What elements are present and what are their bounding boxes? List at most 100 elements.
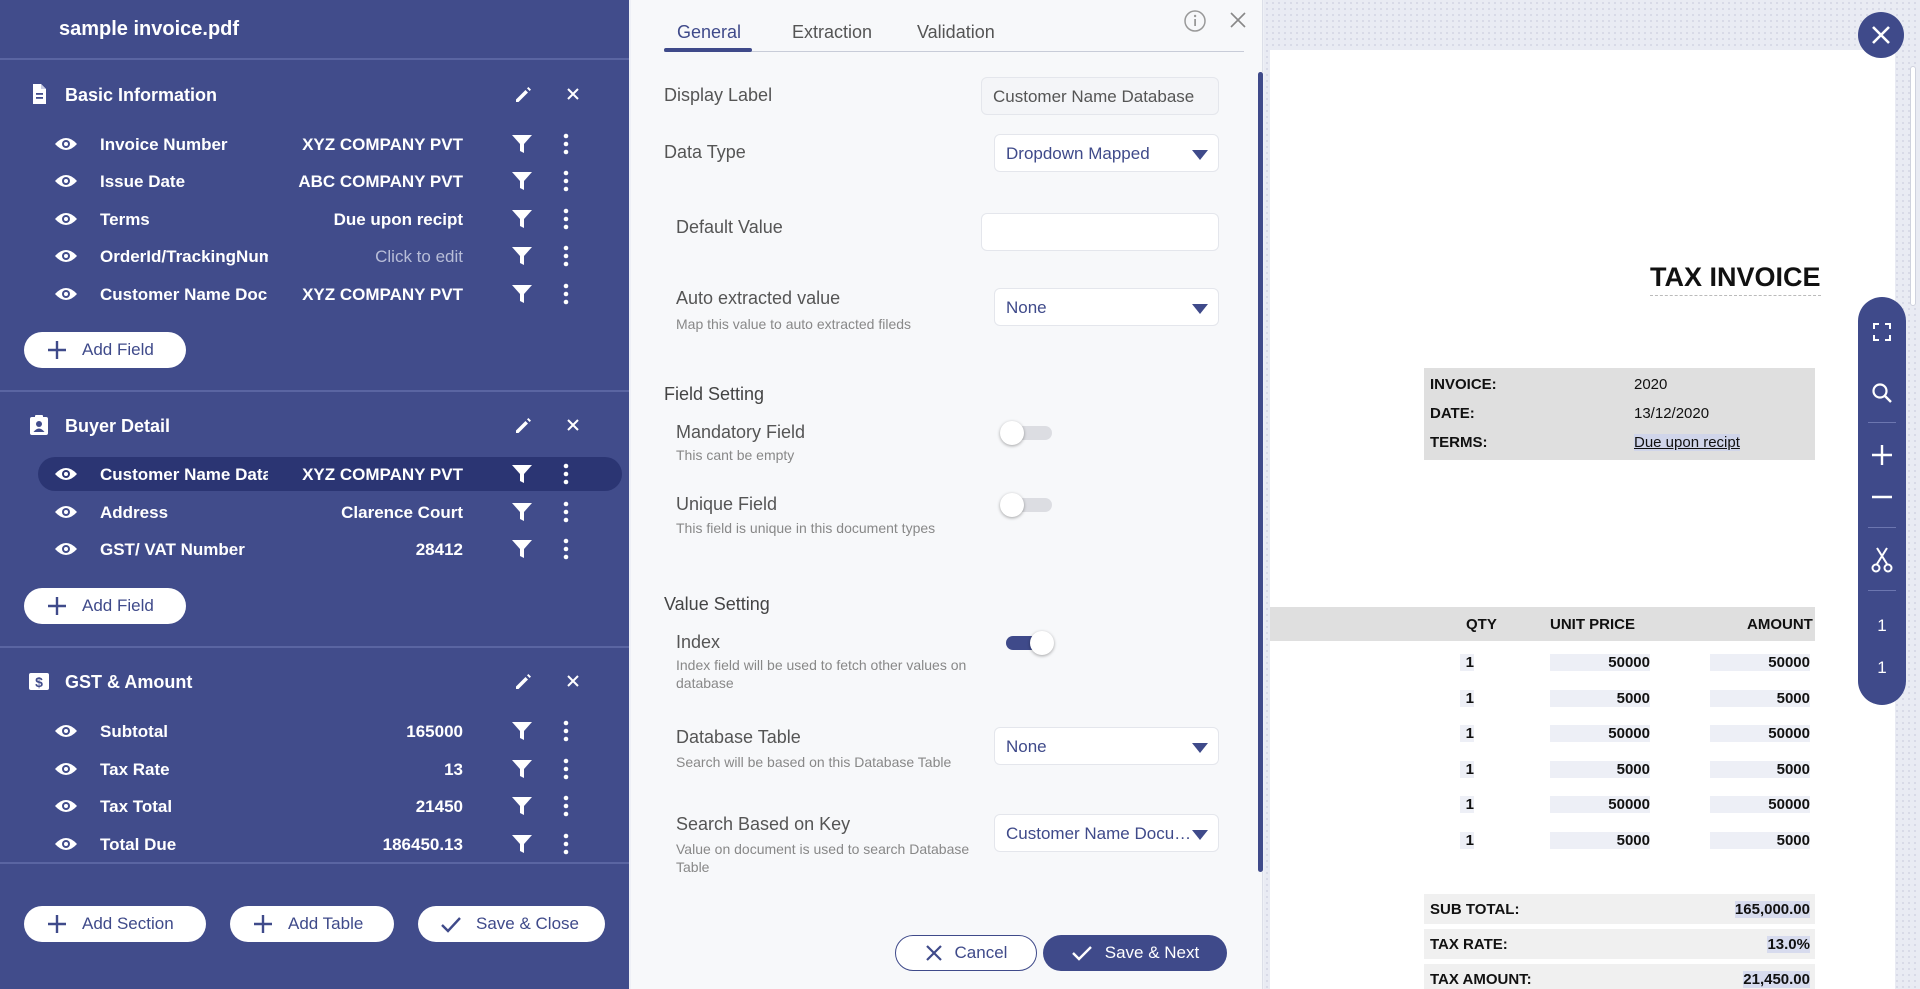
- filter-icon[interactable]: [512, 285, 532, 303]
- crop-button[interactable]: [1858, 540, 1906, 580]
- pencil-icon[interactable]: [511, 669, 535, 693]
- field-value-placeholder[interactable]: Click to edit: [283, 247, 463, 267]
- totals-value[interactable]: 13.0%: [1767, 936, 1810, 953]
- database-table-select[interactable]: None: [994, 727, 1219, 765]
- meta-value[interactable]: 13/12/2020: [1634, 405, 1709, 422]
- field-value[interactable]: Clarence Court: [283, 503, 463, 523]
- tab-general[interactable]: General: [677, 22, 741, 43]
- field-value[interactable]: 165000: [283, 722, 463, 742]
- field-value[interactable]: XYZ COMPANY PVT: [283, 285, 463, 305]
- amount-cell[interactable]: 5000: [1710, 761, 1810, 778]
- field-row[interactable]: Tax Rate 13: [38, 752, 622, 786]
- eye-icon[interactable]: [54, 466, 78, 482]
- totals-value[interactable]: 165,000.00: [1734, 901, 1810, 918]
- close-preview-button[interactable]: [1858, 12, 1904, 58]
- tab-validation[interactable]: Validation: [917, 22, 995, 43]
- field-value[interactable]: ABC COMPANY PVT: [283, 172, 463, 192]
- zoom-in-button[interactable]: [1858, 435, 1906, 475]
- field-row[interactable]: Terms Due upon recipt: [38, 202, 622, 236]
- data-type-select[interactable]: Dropdown Mapped: [994, 134, 1219, 172]
- save-close-button[interactable]: Save & Close: [418, 906, 605, 942]
- more-options-icon[interactable]: [562, 283, 570, 305]
- eye-icon[interactable]: [54, 211, 78, 227]
- preview-scrollbar[interactable]: [1910, 66, 1916, 306]
- more-options-icon[interactable]: [562, 208, 570, 230]
- filter-icon[interactable]: [512, 503, 532, 521]
- amount-cell[interactable]: 5000: [1710, 832, 1810, 849]
- field-value[interactable]: XYZ COMPANY PVT: [283, 135, 463, 155]
- more-options-icon[interactable]: [562, 170, 570, 192]
- amount-cell[interactable]: 5000: [1710, 690, 1810, 707]
- field-row[interactable]: Subtotal 165000: [38, 714, 622, 748]
- qty-cell[interactable]: 1: [1460, 796, 1474, 813]
- filter-icon[interactable]: [512, 465, 532, 483]
- tab-extraction[interactable]: Extraction: [792, 22, 872, 43]
- totals-value[interactable]: 21,450.00: [1743, 971, 1810, 988]
- search-key-select[interactable]: Customer Name Document: [994, 814, 1219, 852]
- filter-icon[interactable]: [512, 835, 532, 853]
- field-row[interactable]: GST/ VAT Number 28412: [38, 532, 622, 566]
- display-label-input[interactable]: Customer Name Database: [981, 77, 1219, 115]
- unique-toggle[interactable]: [1000, 491, 1054, 519]
- more-options-icon[interactable]: [562, 538, 570, 560]
- more-options-icon[interactable]: [562, 463, 570, 485]
- pencil-icon[interactable]: [511, 82, 535, 106]
- eye-icon[interactable]: [54, 836, 78, 852]
- field-row[interactable]: OrderId/TrackingNumber Click to edit: [38, 239, 622, 273]
- filter-icon[interactable]: [512, 172, 532, 190]
- field-row[interactable]: Issue Date ABC COMPANY PVT: [38, 164, 622, 198]
- add-table-button[interactable]: Add Table: [230, 906, 394, 942]
- qty-cell[interactable]: 1: [1460, 761, 1474, 778]
- qty-cell[interactable]: 1: [1460, 725, 1474, 742]
- close-icon[interactable]: [561, 413, 585, 437]
- more-options-icon[interactable]: [562, 245, 570, 267]
- qty-cell[interactable]: 1: [1460, 690, 1474, 707]
- field-value[interactable]: 21450: [283, 797, 463, 817]
- eye-icon[interactable]: [54, 248, 78, 264]
- fullscreen-button[interactable]: [1858, 312, 1906, 352]
- more-options-icon[interactable]: [562, 795, 570, 817]
- filter-icon[interactable]: [512, 797, 532, 815]
- filter-icon[interactable]: [512, 760, 532, 778]
- filter-icon[interactable]: [512, 135, 532, 153]
- eye-icon[interactable]: [54, 798, 78, 814]
- document-title[interactable]: TAX INVOICE: [1650, 262, 1821, 296]
- index-toggle[interactable]: [1000, 629, 1054, 657]
- unit-price-cell[interactable]: 5000: [1550, 832, 1650, 849]
- field-value[interactable]: 28412: [283, 540, 463, 560]
- qty-cell[interactable]: 1: [1460, 832, 1474, 849]
- field-value[interactable]: XYZ COMPANY PVT: [283, 465, 463, 485]
- filter-icon[interactable]: [512, 722, 532, 740]
- pencil-icon[interactable]: [511, 413, 535, 437]
- zoom-out-button[interactable]: [1858, 477, 1906, 517]
- current-page[interactable]: 1: [1858, 606, 1906, 646]
- mandatory-toggle[interactable]: [1000, 419, 1054, 447]
- eye-icon[interactable]: [54, 286, 78, 302]
- close-icon[interactable]: [561, 669, 585, 693]
- field-row[interactable]: Tax Total 21450: [38, 789, 622, 823]
- more-options-icon[interactable]: [562, 133, 570, 155]
- eye-icon[interactable]: [54, 173, 78, 189]
- eye-icon[interactable]: [54, 761, 78, 777]
- more-options-icon[interactable]: [562, 833, 570, 855]
- filter-icon[interactable]: [512, 540, 532, 558]
- field-value[interactable]: Due upon recipt: [283, 210, 463, 230]
- unit-price-cell[interactable]: 5000: [1550, 761, 1650, 778]
- auto-extracted-select[interactable]: None: [994, 288, 1219, 326]
- default-value-input[interactable]: [981, 213, 1219, 251]
- eye-icon[interactable]: [54, 723, 78, 739]
- meta-value[interactable]: 2020: [1634, 376, 1667, 393]
- eye-icon[interactable]: [54, 136, 78, 152]
- more-options-icon[interactable]: [562, 720, 570, 742]
- filter-icon[interactable]: [512, 247, 532, 265]
- unit-price-cell[interactable]: 50000: [1550, 796, 1650, 813]
- filter-icon[interactable]: [512, 210, 532, 228]
- info-icon[interactable]: [1183, 9, 1207, 33]
- unit-price-cell[interactable]: 50000: [1550, 654, 1650, 671]
- field-row[interactable]: Customer Name Document XYZ COMPANY PVT: [38, 277, 622, 311]
- close-icon[interactable]: [561, 82, 585, 106]
- unit-price-cell[interactable]: 50000: [1550, 725, 1650, 742]
- search-button[interactable]: [1858, 373, 1906, 413]
- field-row[interactable]: Invoice Number XYZ COMPANY PVT: [38, 127, 622, 161]
- qty-cell[interactable]: 1: [1460, 654, 1474, 671]
